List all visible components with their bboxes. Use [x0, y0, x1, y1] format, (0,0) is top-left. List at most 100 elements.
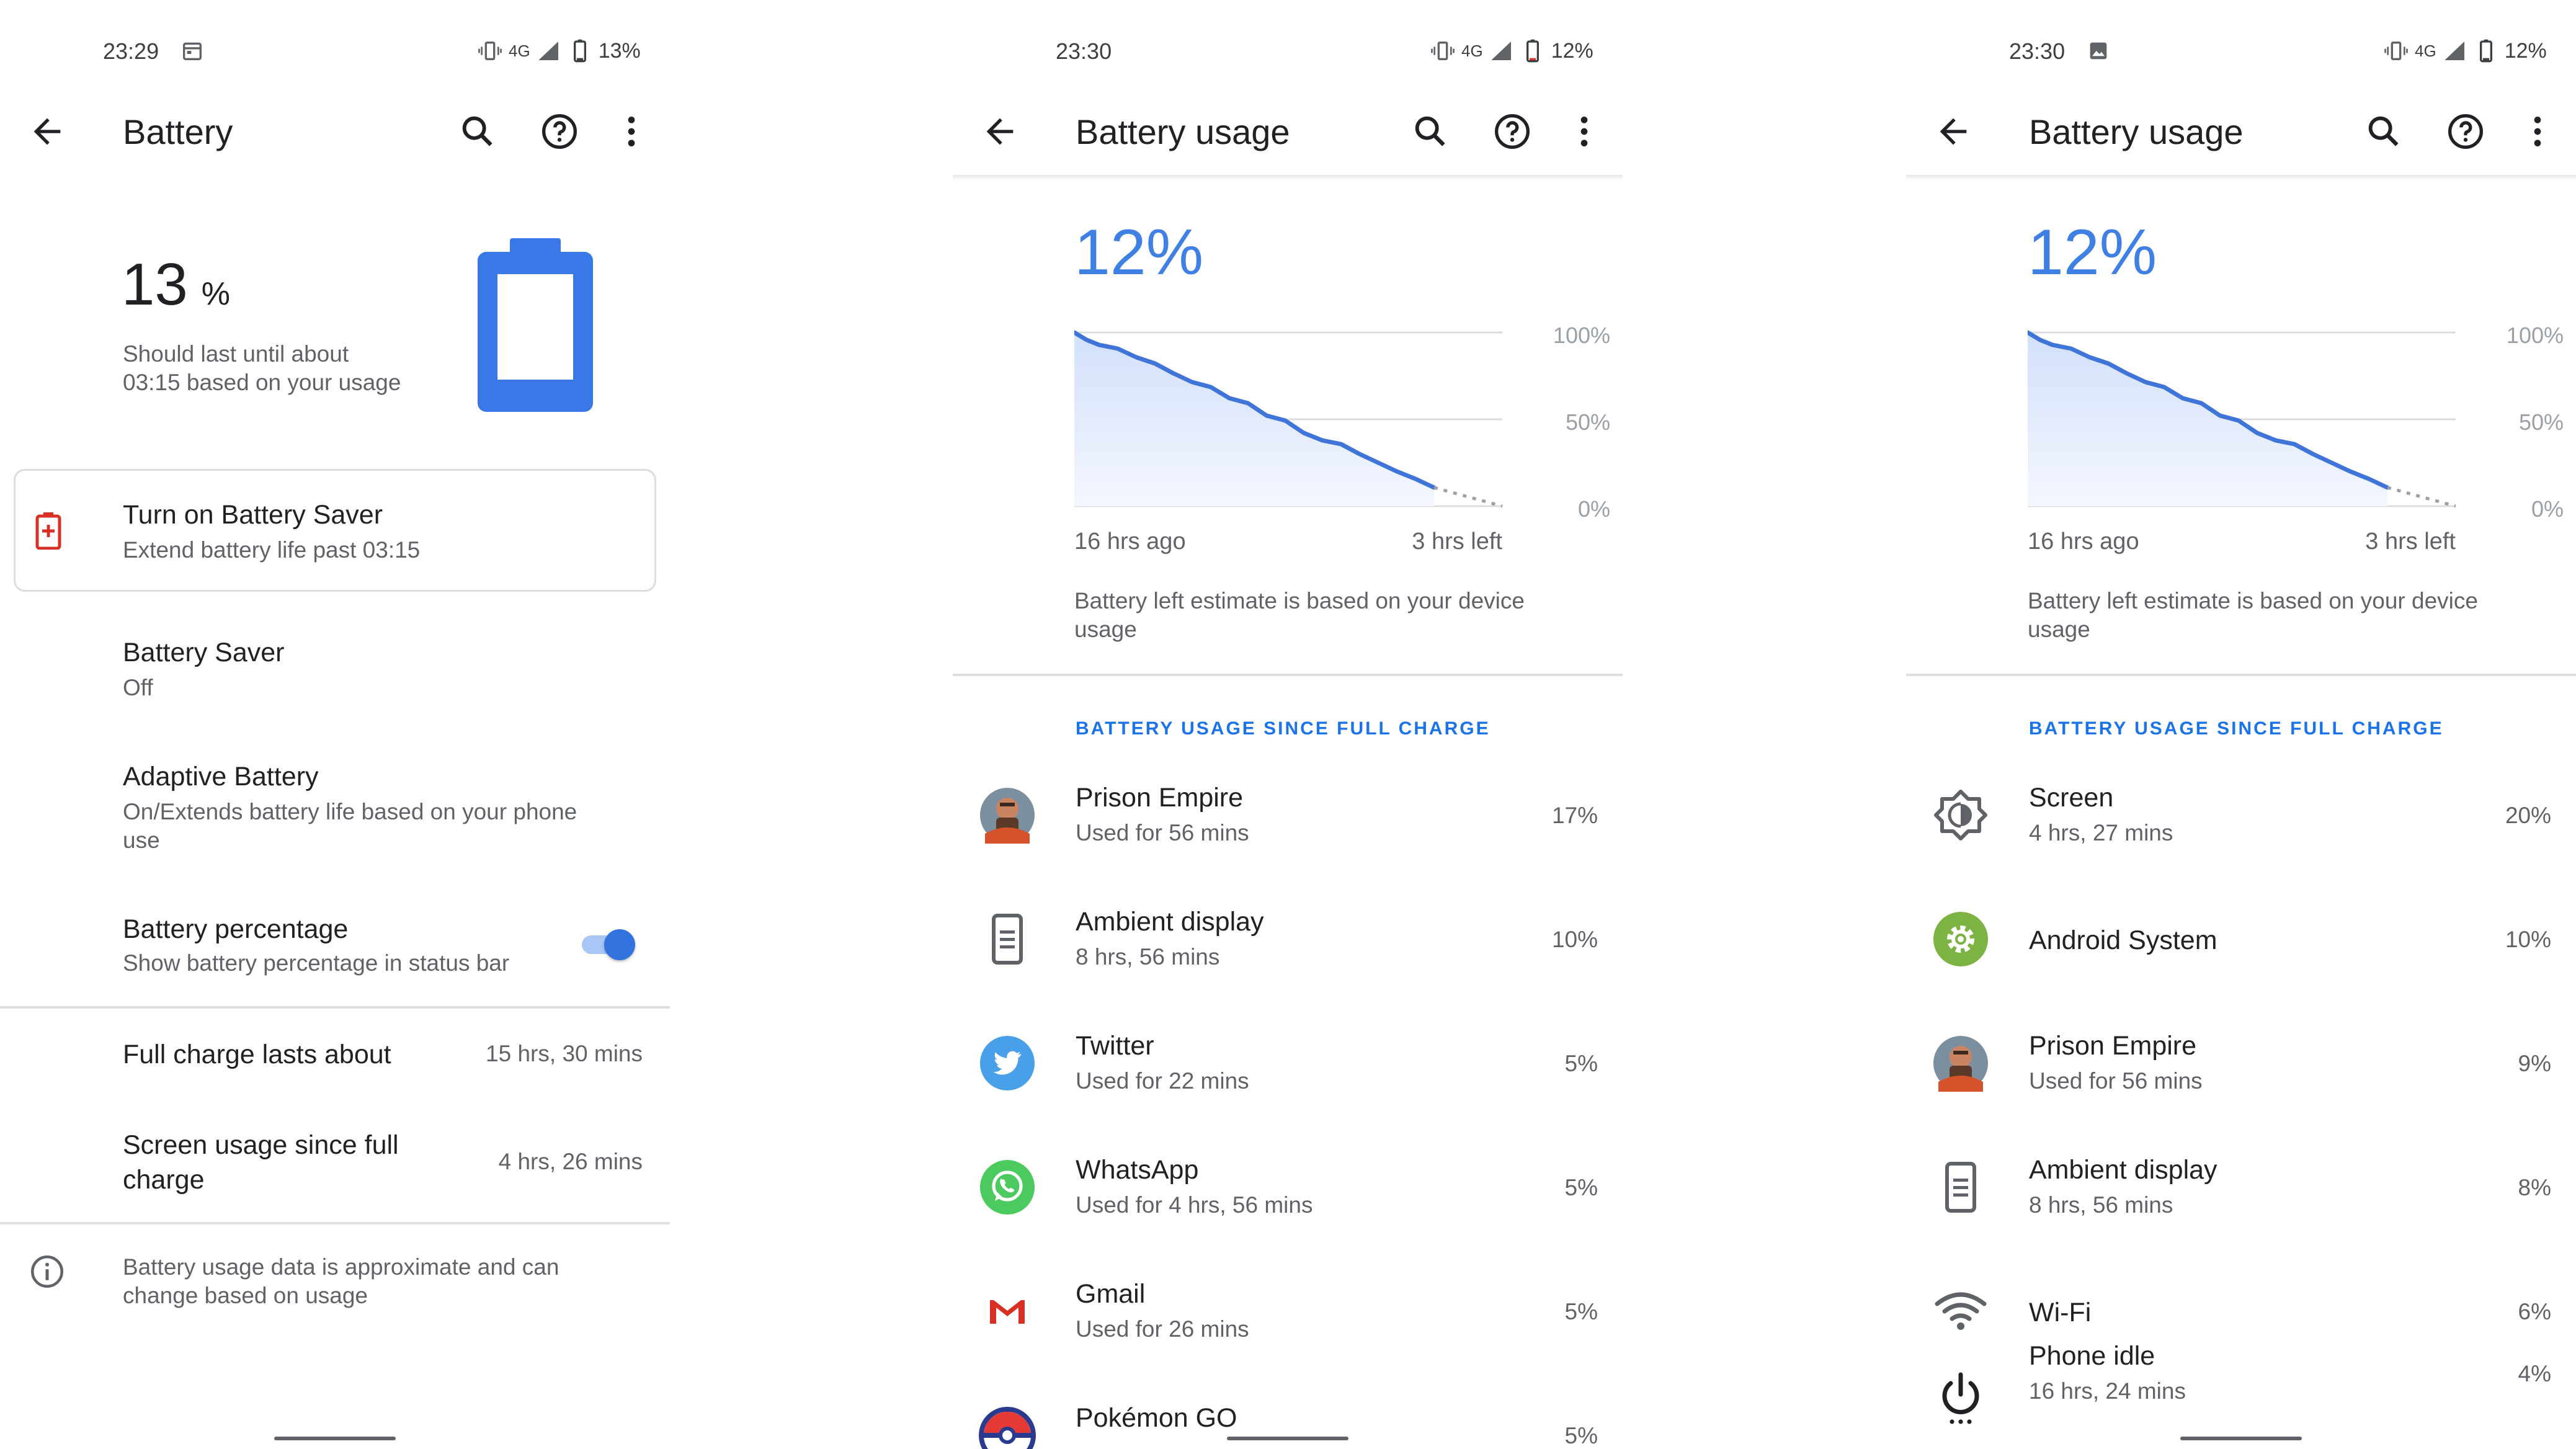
ambient-display-icon	[1932, 1159, 1989, 1216]
status-time: 23:30	[2009, 38, 2066, 64]
y-tick-100: 100%	[2506, 323, 2564, 348]
search-icon[interactable]	[458, 112, 497, 151]
battery-level-number: 13	[122, 251, 188, 318]
battery-level: 13%	[122, 251, 230, 319]
help-icon[interactable]	[1492, 112, 1532, 151]
appbar-shadow	[953, 175, 1623, 180]
home-indicator[interactable]	[2180, 1437, 2302, 1440]
section-divider	[0, 1006, 670, 1009]
help-icon[interactable]	[2446, 112, 2485, 151]
app-percent: 5%	[1564, 1051, 1598, 1076]
whatsapp-icon	[979, 1159, 1036, 1216]
app-name: Ambient display	[1076, 907, 1264, 937]
battery-level-unit: %	[201, 276, 231, 312]
vibrate-icon	[1430, 38, 1455, 63]
status-icons: 4G 13%	[478, 38, 641, 63]
battery-saver-setting[interactable]	[0, 626, 670, 707]
app-name: Twitter	[1076, 1031, 1154, 1061]
app-percent: 5%	[1564, 1423, 1598, 1448]
app-detail: 8 hrs, 56 mins	[1076, 944, 1220, 970]
page-title: Battery usage	[2029, 112, 2244, 151]
adaptive-battery-title: Adaptive Battery	[123, 762, 319, 791]
status-icons: 4G 12%	[2384, 38, 2547, 63]
home-indicator[interactable]	[1227, 1437, 1348, 1440]
appbar-shadow	[1906, 175, 2576, 180]
back-arrow-icon[interactable]	[1933, 112, 1973, 151]
battery-percentage-title: Battery percentage	[123, 914, 349, 944]
app-name: Prison Empire	[1076, 783, 1244, 813]
y-tick-50: 50%	[1565, 409, 1610, 435]
more-options-icon[interactable]	[1564, 112, 1604, 151]
app-detail: Used for 26 mins	[1076, 1316, 1249, 1342]
search-icon[interactable]	[1411, 112, 1450, 151]
battery-saver-card-subtitle: Extend battery life past 03:15	[123, 537, 421, 563]
app-detail: Used for 22 mins	[1076, 1068, 1249, 1094]
battery-saver-red-icon	[35, 512, 62, 550]
chart-end-label: 3 hrs left	[1412, 528, 1502, 555]
y-tick-0: 0%	[2531, 496, 2564, 522]
brightness-icon	[1932, 787, 1989, 844]
chart-start-label: 16 hrs ago	[2028, 528, 2139, 555]
wifi-icon	[1932, 1283, 1989, 1340]
app-detail: Used for 56 mins	[2029, 1068, 2203, 1094]
battery-estimate-line2: 03:15 based on your usage	[123, 370, 401, 395]
app-name: WhatsApp	[1076, 1155, 1199, 1185]
screen-usage-value: 4 hrs, 26 mins	[498, 1149, 643, 1174]
help-icon[interactable]	[540, 112, 579, 151]
chart-start-label: 16 hrs ago	[1074, 528, 1186, 555]
battery-level: 12%	[2028, 216, 2157, 288]
battery-status-icon	[1520, 38, 1545, 63]
signal-icon	[1489, 38, 1514, 63]
back-arrow-icon[interactable]	[27, 112, 67, 151]
app-name: Gmail	[1076, 1279, 1146, 1309]
y-tick-50: 50%	[2518, 409, 2564, 435]
app-detail: 16 hrs, 24 mins	[2029, 1378, 2186, 1404]
search-icon[interactable]	[2364, 112, 2404, 151]
battery-usage-screen-apps: 23:30 4G 12% Battery usage 12% 100% 50% …	[953, 0, 1623, 1449]
battery-status-icon	[2474, 38, 2498, 63]
battery-usage-screen-system: 23:30 4G 12% Battery usage 12% 100% 50% …	[1906, 0, 2576, 1449]
prison-empire-icon	[979, 787, 1036, 844]
network-type: 4G	[509, 41, 530, 60]
footer-note-line1: Battery usage data is approximate and ca…	[123, 1254, 559, 1280]
app-name: Wi-Fi	[2029, 1298, 2092, 1327]
app-name: Phone idle	[2029, 1341, 2155, 1371]
estimate-note-line2: usage	[2028, 617, 2090, 642]
home-indicator[interactable]	[274, 1437, 396, 1440]
section-divider	[953, 674, 1623, 676]
screen-usage-label-line2: charge	[123, 1165, 205, 1195]
android-system-icon	[1932, 911, 1989, 968]
battery-percentage-toggle[interactable]	[582, 929, 636, 960]
battery-status-text: 12%	[1551, 38, 1593, 63]
battery-saver-card-title: Turn on Battery Saver	[123, 500, 383, 530]
status-time: 23:30	[1056, 38, 1112, 64]
estimate-note-line1: Battery left estimate is based on your d…	[1074, 588, 1525, 613]
battery-status-text: 12%	[2504, 38, 2547, 63]
more-options-icon[interactable]	[2518, 112, 2557, 151]
battery-status-text: 13%	[598, 38, 641, 63]
ambient-display-icon	[979, 911, 1036, 968]
section-header: BATTERY USAGE SINCE FULL CHARGE	[2029, 718, 2444, 739]
battery-estimate-line1: Should last until about	[123, 341, 349, 367]
y-tick-100: 100%	[1553, 323, 1610, 348]
app-name: Android System	[2029, 925, 2217, 955]
full-charge-label: Full charge lasts about	[123, 1040, 391, 1069]
vibrate-icon	[2384, 38, 2409, 63]
battery-saver-card[interactable]	[14, 469, 656, 592]
app-percent: 6%	[2518, 1299, 2551, 1324]
vibrate-icon	[478, 38, 502, 63]
more-options-icon[interactable]	[612, 112, 651, 151]
battery-screen: 23:29 4G 13% Battery 13% Should last unt…	[0, 0, 670, 1449]
battery-level: 12%	[1074, 216, 1204, 288]
app-percent: 8%	[2518, 1175, 2551, 1200]
app-percent: 10%	[2505, 927, 2551, 952]
status-time: 23:29	[103, 38, 159, 64]
section-header: BATTERY USAGE SINCE FULL CHARGE	[1076, 718, 1491, 739]
app-percent: 5%	[1564, 1175, 1598, 1200]
estimate-note-line2: usage	[1074, 617, 1137, 642]
signal-icon	[537, 38, 561, 63]
app-percent: 5%	[1564, 1299, 1598, 1324]
back-arrow-icon[interactable]	[980, 112, 1020, 151]
pokemon-go-icon	[979, 1407, 1036, 1449]
app-percent: 9%	[2518, 1051, 2551, 1076]
